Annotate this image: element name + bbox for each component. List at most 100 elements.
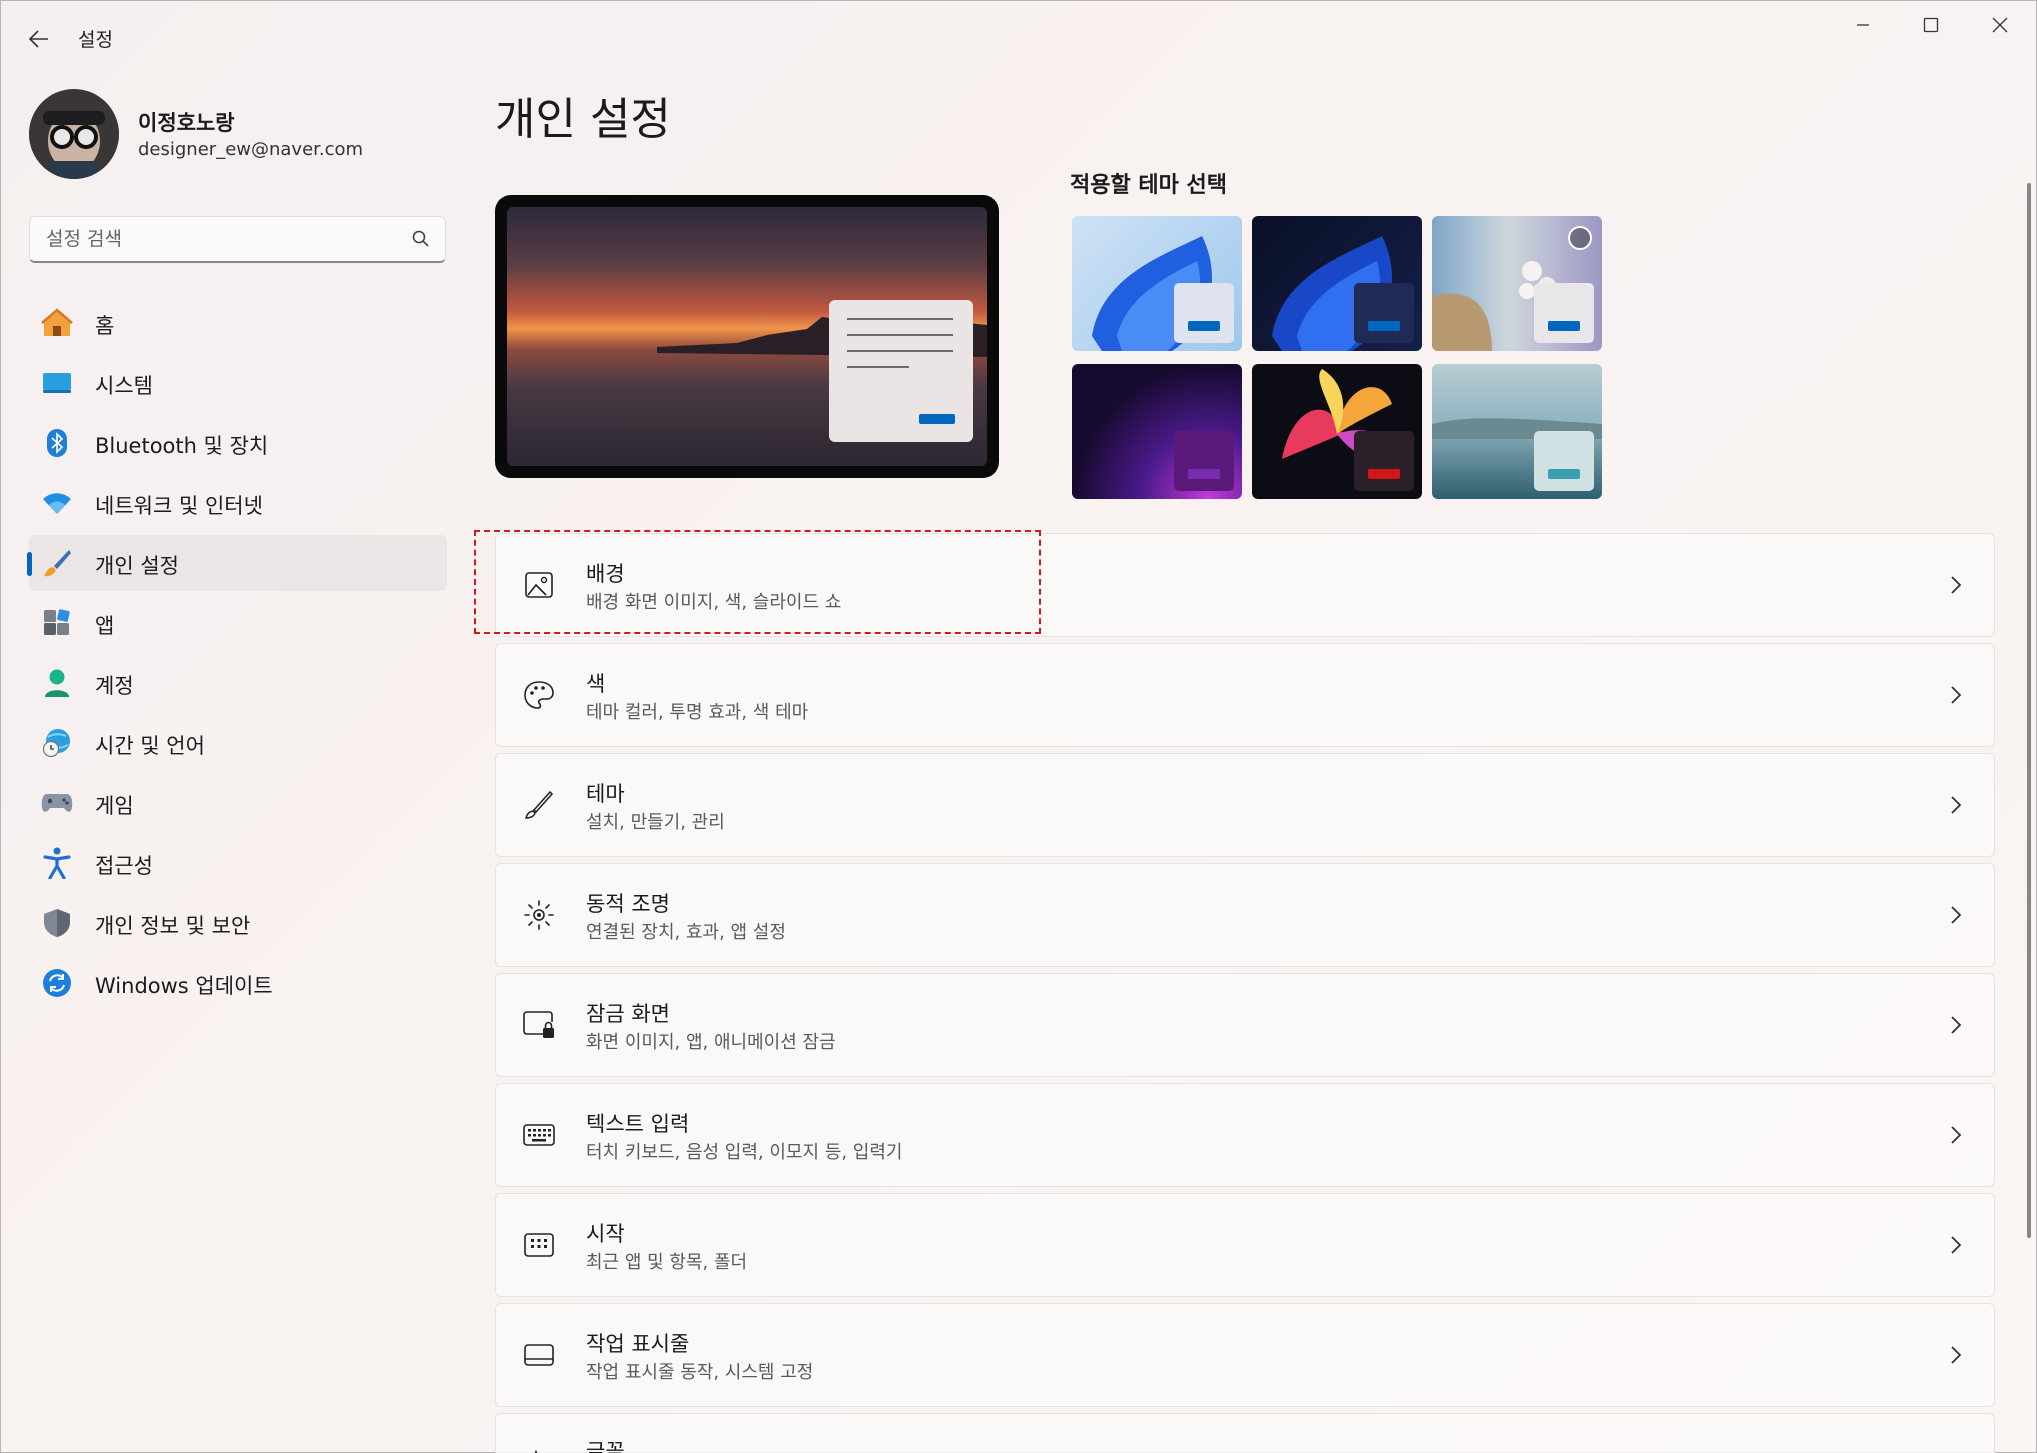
card-colors[interactable]: 색 테마 컬러, 투명 효과, 색 테마 — [495, 643, 1995, 747]
sidebar-item-label: 시간 및 언어 — [95, 734, 205, 758]
card-title: 잠금 화면 — [586, 1002, 670, 1026]
sidebar-item-label: Windows 업데이트 — [95, 974, 273, 998]
search-icon[interactable] — [411, 229, 431, 249]
sidebar-item-accessibility[interactable]: 접근성 — [29, 835, 447, 891]
sidebar-item-apps[interactable]: 앱 — [29, 595, 447, 651]
theme-chip — [1534, 431, 1594, 491]
card-subtitle: 화면 이미지, 앱, 애니메이션 잠금 — [586, 1032, 836, 1053]
back-arrow-icon — [29, 30, 48, 48]
chevron-right-icon — [1951, 1016, 1962, 1034]
preview-text-line — [847, 318, 953, 320]
sidebar-item-home[interactable]: 홈 — [29, 295, 447, 351]
sidebar-item-privacy-security[interactable]: 개인 정보 및 보안 — [29, 895, 447, 951]
card-subtitle: 작업 표시줄 동작, 시스템 고정 — [586, 1362, 814, 1383]
gamepad-icon — [41, 787, 73, 819]
user-name: 이정호노랑 — [138, 111, 235, 135]
window-title: 설정 — [78, 29, 113, 51]
update-icon — [41, 967, 73, 999]
sidebar-item-label: 홈 — [95, 314, 115, 338]
preview-text-line — [847, 334, 953, 336]
minimize-button[interactable] — [1829, 1, 1897, 49]
theme-chip — [1354, 431, 1414, 491]
card-subtitle: 터치 키보드, 음성 입력, 이모지 등, 입력기 — [586, 1142, 903, 1163]
card-fonts[interactable]: 글꼴 — [495, 1413, 1995, 1453]
taskbar-icon — [522, 1338, 556, 1372]
chevron-right-icon — [1951, 1346, 1962, 1364]
preview-dialog — [829, 300, 973, 442]
card-title: 작업 표시줄 — [586, 1332, 690, 1356]
page-title: 개인 설정 — [495, 94, 671, 145]
card-start[interactable]: 시작 최근 앱 및 항목, 폴더 — [495, 1193, 1995, 1297]
preview-button — [919, 414, 955, 424]
maximize-icon — [1923, 17, 1939, 33]
title-bar: 설정 — [1, 1, 2036, 75]
start-icon — [522, 1228, 556, 1262]
theme-accent-bar — [1368, 469, 1400, 479]
card-title: 시작 — [586, 1222, 625, 1246]
theme-tile-captured-motion[interactable] — [1252, 364, 1422, 499]
sidebar-item-label: 접근성 — [95, 854, 153, 878]
sidebar-item-personalization[interactable]: 개인 설정 — [27, 535, 447, 591]
dynamic-lighting-icon — [522, 898, 556, 932]
card-subtitle: 배경 화면 이미지, 색, 슬라이드 쇼 — [586, 592, 842, 613]
theme-tile-windows-dark[interactable] — [1252, 216, 1422, 351]
card-subtitle: 설치, 만들기, 관리 — [586, 812, 725, 833]
search-box[interactable] — [29, 216, 446, 263]
sidebar-item-accounts[interactable]: 계정 — [29, 655, 447, 711]
scrollbar-thumb[interactable] — [2027, 183, 2031, 1238]
card-lock-screen[interactable]: 잠금 화면 화면 이미지, 앱, 애니메이션 잠금 — [495, 973, 1995, 1077]
chevron-right-icon — [1951, 686, 1962, 704]
theme-chip — [1174, 431, 1234, 491]
maximize-button[interactable] — [1897, 1, 1965, 49]
sidebar-item-system[interactable]: 시스템 — [29, 355, 447, 411]
sidebar-item-windows-update[interactable]: Windows 업데이트 — [29, 955, 447, 1011]
card-subtitle: 테마 컬러, 투명 효과, 색 테마 — [586, 702, 809, 723]
avatar[interactable] — [29, 89, 119, 179]
home-icon — [41, 307, 73, 339]
account-icon — [41, 667, 73, 699]
card-text-input[interactable]: 텍스트 입력 터치 키보드, 음성 입력, 이모지 등, 입력기 — [495, 1083, 1995, 1187]
chevron-right-icon — [1951, 576, 1962, 594]
bluetooth-icon — [41, 427, 73, 459]
image-icon — [522, 568, 556, 602]
theme-chip — [1354, 283, 1414, 343]
card-taskbar[interactable]: 작업 표시줄 작업 표시줄 동작, 시스템 고정 — [495, 1303, 1995, 1407]
settings-list: 배경 배경 화면 이미지, 색, 슬라이드 쇼 색 테마 컬러, 투명 효과, … — [495, 533, 1995, 1453]
back-button[interactable] — [21, 21, 57, 57]
sidebar-item-time-language[interactable]: 시간 및 언어 — [29, 715, 447, 771]
chevron-right-icon — [1951, 1236, 1962, 1254]
settings-window: 설정 이정호노랑 designer_ew@naver.com 설정 검색 홈 시… — [0, 0, 2037, 1453]
spotlight-badge-icon — [1568, 226, 1592, 250]
sidebar-item-network[interactable]: 네트워크 및 인터넷 — [29, 475, 447, 531]
sidebar-item-label: 앱 — [95, 614, 115, 638]
system-icon — [41, 367, 73, 399]
theme-tile-spotlight[interactable] — [1432, 216, 1602, 351]
card-themes[interactable]: 테마 설치, 만들기, 관리 — [495, 753, 1995, 857]
close-button[interactable] — [1966, 1, 2034, 49]
chevron-right-icon — [1951, 796, 1962, 814]
card-background[interactable]: 배경 배경 화면 이미지, 색, 슬라이드 쇼 — [495, 533, 1995, 637]
minimize-icon — [1857, 24, 1869, 26]
card-title: 테마 — [586, 782, 625, 806]
theme-tile-windows-light[interactable] — [1072, 216, 1242, 351]
preview-text-line — [847, 350, 953, 352]
brush-icon — [522, 788, 556, 822]
keyboard-icon — [522, 1118, 556, 1152]
search-input[interactable] — [46, 217, 406, 261]
palette-icon — [522, 678, 556, 712]
sidebar-item-label: 개인 설정 — [95, 554, 179, 578]
sidebar-item-label: 게임 — [95, 794, 134, 818]
sidebar-item-label: 네트워크 및 인터넷 — [95, 494, 263, 518]
wallpaper-preview — [507, 207, 987, 466]
sidebar-item-label: Bluetooth 및 장치 — [95, 434, 269, 458]
theme-accent-bar — [1188, 321, 1220, 331]
sidebar-item-gaming[interactable]: 게임 — [29, 775, 447, 831]
sidebar-nav: 홈 시스템 Bluetooth 및 장치 네트워크 및 인터넷 개인 설정 앱 … — [27, 295, 447, 1015]
theme-tile-flow[interactable] — [1432, 364, 1602, 499]
shield-icon — [41, 907, 73, 939]
apps-icon — [41, 607, 73, 639]
theme-tile-glow[interactable] — [1072, 364, 1242, 499]
sidebar-item-bluetooth[interactable]: Bluetooth 및 장치 — [29, 415, 447, 471]
font-icon — [522, 1444, 556, 1453]
card-dynamic-lighting[interactable]: 동적 조명 연결된 장치, 효과, 앱 설정 — [495, 863, 1995, 967]
